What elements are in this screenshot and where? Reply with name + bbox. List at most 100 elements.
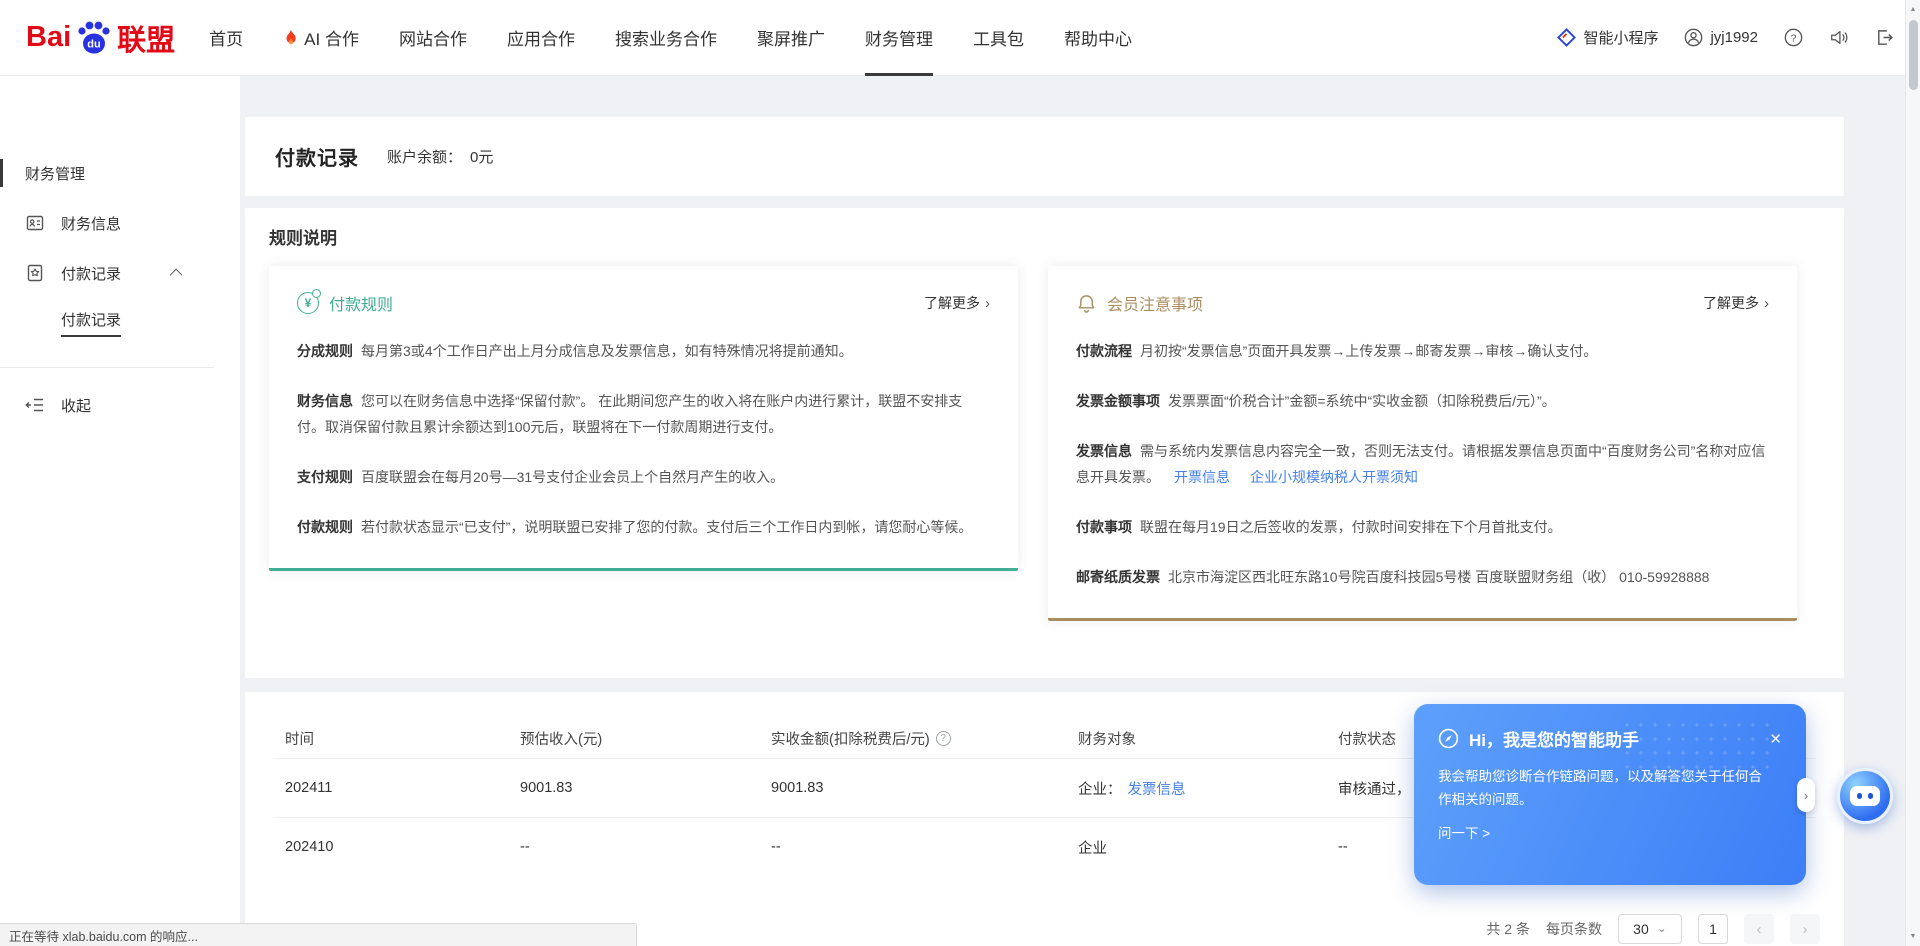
rule-paragraph: 邮寄纸质发票北京市海淀区西北旺东路10号院百度科技园5号楼 百度联盟财务组（收）… xyxy=(1076,564,1769,590)
collapse-icon xyxy=(25,397,45,413)
member-notes-name: 会员注意事项 xyxy=(1107,291,1203,315)
compass-icon xyxy=(1438,728,1459,749)
rule-paragraph: 财务信息您可以在财务信息中选择“保留付款”。 在此期间您产生的收入将在账户内进行… xyxy=(297,388,990,440)
invoice-info-link[interactable]: 开票信息 xyxy=(1174,469,1230,485)
sidebar-item-label: 付款记录 xyxy=(61,263,121,284)
rule-paragraph: 付款事项联盟在每月19日之后签收的发票，付款时间安排在下个月首批支付。 xyxy=(1076,514,1769,540)
col-header-estimated: 预估收入(元) xyxy=(520,728,771,749)
prev-page-button[interactable]: ‹ xyxy=(1744,914,1774,944)
info-icon[interactable]: ? xyxy=(936,731,951,746)
help-icon[interactable]: ? xyxy=(1784,28,1803,47)
logo-text-bai: Bai xyxy=(26,21,71,54)
sidebar: 财务管理 财务信息 付款记录 付款记录 收起 xyxy=(0,76,240,946)
badge-icon xyxy=(25,263,45,283)
cell-estimated: 9001.83 xyxy=(520,780,771,796)
scroll-up-arrow[interactable]: ▲ xyxy=(1906,6,1920,13)
sidebar-subitem-payment-records[interactable]: 付款记录 xyxy=(0,298,240,348)
mini-program-label: 智能小程序 xyxy=(1583,27,1658,48)
chevron-right-icon: › xyxy=(985,295,990,312)
pagination: 共 2 条 每页条数 30 ⌄ 1 ‹ › xyxy=(1486,914,1820,944)
id-card-icon xyxy=(25,213,45,233)
sidebar-item-finance-info[interactable]: 财务信息 xyxy=(0,198,240,248)
balance-value: 0元 xyxy=(470,146,493,167)
caret-down-icon: ⌄ xyxy=(1657,921,1667,935)
balance-label: 账户余额： xyxy=(387,146,462,167)
payment-rules-more-link[interactable]: 了解更多 › xyxy=(924,293,990,313)
cell-actual: -- xyxy=(771,839,1078,855)
payment-rules-box: ¥ 付款规则 了解更多 › 分成规则每月第3或4个工作日产出上月分成信息及发票信… xyxy=(269,266,1018,571)
page-scrollbar[interactable]: ▲ ▼ xyxy=(1905,0,1920,946)
assistant-title: Hi，我是您的智能助手 xyxy=(1469,726,1639,751)
cell-actual: 9001.83 xyxy=(771,780,1078,796)
sidebar-item-label: 财务信息 xyxy=(61,213,121,234)
logout-icon[interactable] xyxy=(1875,28,1894,47)
close-icon[interactable]: ✕ xyxy=(1769,730,1782,748)
rule-paragraph: 发票信息需与系统内发票信息内容完全一致，否则无法支付。请根据发票信息页面中“百度… xyxy=(1076,438,1769,490)
assistant-robot-avatar[interactable] xyxy=(1837,768,1893,824)
small-taxpayer-notice-link[interactable]: 企业小规模纳税人开票须知 xyxy=(1250,469,1418,485)
nav-item-search-biz[interactable]: 搜索业务合作 xyxy=(595,0,737,76)
svg-text:du: du xyxy=(87,38,100,50)
chevron-right-icon: › xyxy=(1764,295,1769,312)
sidebar-collapse-button[interactable]: 收起 xyxy=(0,380,240,430)
nav-item-toolkit[interactable]: 工具包 xyxy=(953,0,1044,76)
baidu-paw-icon: du xyxy=(74,18,114,58)
mini-program-entry[interactable]: 智能小程序 xyxy=(1557,27,1658,48)
invoice-info-row-link[interactable]: 发票信息 xyxy=(1128,778,1186,799)
member-notes-box: 会员注意事项 了解更多 › 付款流程月初按“发票信息”页面开具发票→上传发票→邮… xyxy=(1048,266,1797,621)
cell-estimated: -- xyxy=(520,839,771,855)
rule-paragraph: 付款规则若付款状态显示“已支付”，说明联盟已安排了您的付款。支付后三个工作日内到… xyxy=(297,514,990,540)
rules-card: 规则说明 ¥ 付款规则 了解更多 › 分成规则每月 xyxy=(245,208,1844,678)
scroll-down-arrow[interactable]: ▼ xyxy=(1906,933,1920,940)
col-header-finance-object: 财务对象 xyxy=(1078,728,1338,749)
baidu-union-logo[interactable]: Bai du 联盟 xyxy=(26,17,175,59)
logo-text-lianmeng: 联盟 xyxy=(117,17,175,59)
sidebar-group-finance: 财务管理 xyxy=(0,148,240,198)
col-header-actual: 实收金额(扣除税费后/元) ? xyxy=(771,728,1078,749)
nav-item-help-center[interactable]: 帮助中心 xyxy=(1044,0,1152,76)
status-text: 正在等待 xlab.baidu.com 的响应... xyxy=(9,926,198,945)
nav-item-app[interactable]: 应用合作 xyxy=(487,0,595,76)
cell-finance-object: 企业： 发票信息 xyxy=(1078,778,1338,799)
page-number-button[interactable]: 1 xyxy=(1698,914,1728,944)
nav-item-screen-ads[interactable]: 聚屏推广 xyxy=(737,0,845,76)
col-header-time: 时间 xyxy=(285,728,520,749)
scroll-thumb[interactable] xyxy=(1909,20,1918,90)
cell-finance-object: 企业 xyxy=(1078,837,1338,858)
rules-title: 规则说明 xyxy=(269,228,1820,250)
user-account[interactable]: jyj1992 xyxy=(1684,28,1758,47)
flame-icon xyxy=(283,29,298,47)
assistant-message: 我会帮助您诊断合作链路问题，以及解答您关于任何合作相关的问题。 xyxy=(1438,765,1772,811)
rule-paragraph: 付款流程月初按“发票信息”页面开具发票→上传发票→邮寄发票→审核→确认支付。 xyxy=(1076,338,1769,364)
chevron-up-icon xyxy=(170,268,183,281)
cell-time: 202411 xyxy=(285,780,520,796)
assistant-ask-link[interactable]: 问一下 > xyxy=(1438,822,1782,842)
robot-face-icon xyxy=(1850,786,1880,806)
nav-item-ai[interactable]: AI 合作 xyxy=(263,0,379,76)
smart-mini-program-icon xyxy=(1557,28,1576,47)
page-title: 付款记录 xyxy=(275,142,359,171)
topbar-right: 智能小程序 jyj1992 ? xyxy=(1557,27,1894,48)
svg-text:?: ? xyxy=(1791,33,1797,44)
page-header-card: 付款记录 账户余额： 0元 xyxy=(245,117,1844,196)
member-notes-more-link[interactable]: 了解更多 › xyxy=(1703,293,1769,313)
user-icon xyxy=(1684,28,1703,47)
page-size-select[interactable]: 30 ⌄ xyxy=(1618,914,1682,944)
rule-paragraph: 支付规则百度联盟会在每月20号—31号支付企业会员上个自然月产生的收入。 xyxy=(297,464,990,490)
cell-time: 202410 xyxy=(285,839,520,855)
sidebar-divider xyxy=(0,367,214,368)
top-navbar: Bai du 联盟 首页 AI 合作 网站合作 xyxy=(0,0,1920,76)
nav-item-finance[interactable]: 财务管理 xyxy=(845,0,953,76)
next-page-button[interactable]: › xyxy=(1790,914,1820,944)
account-balance: 账户余额： 0元 xyxy=(387,146,493,167)
bell-icon xyxy=(1076,293,1097,314)
sound-icon[interactable] xyxy=(1829,28,1849,47)
main-nav: 首页 AI 合作 网站合作 应用合作 搜索业务合作 聚屏推广 财务管理 工具包 … xyxy=(189,0,1152,76)
nav-item-website[interactable]: 网站合作 xyxy=(379,0,487,76)
nav-item-home[interactable]: 首页 xyxy=(189,0,263,76)
rule-paragraph: 发票金额事项发票票面“价税合计”金额=系统中“实收金额（扣除税费后/元）”。 xyxy=(1076,388,1769,414)
sidebar-item-payment-records[interactable]: 付款记录 xyxy=(0,248,240,298)
username: jyj1992 xyxy=(1710,29,1758,46)
coin-icon: ¥ xyxy=(297,292,319,314)
assistant-expand-tab[interactable]: › xyxy=(1797,778,1815,812)
